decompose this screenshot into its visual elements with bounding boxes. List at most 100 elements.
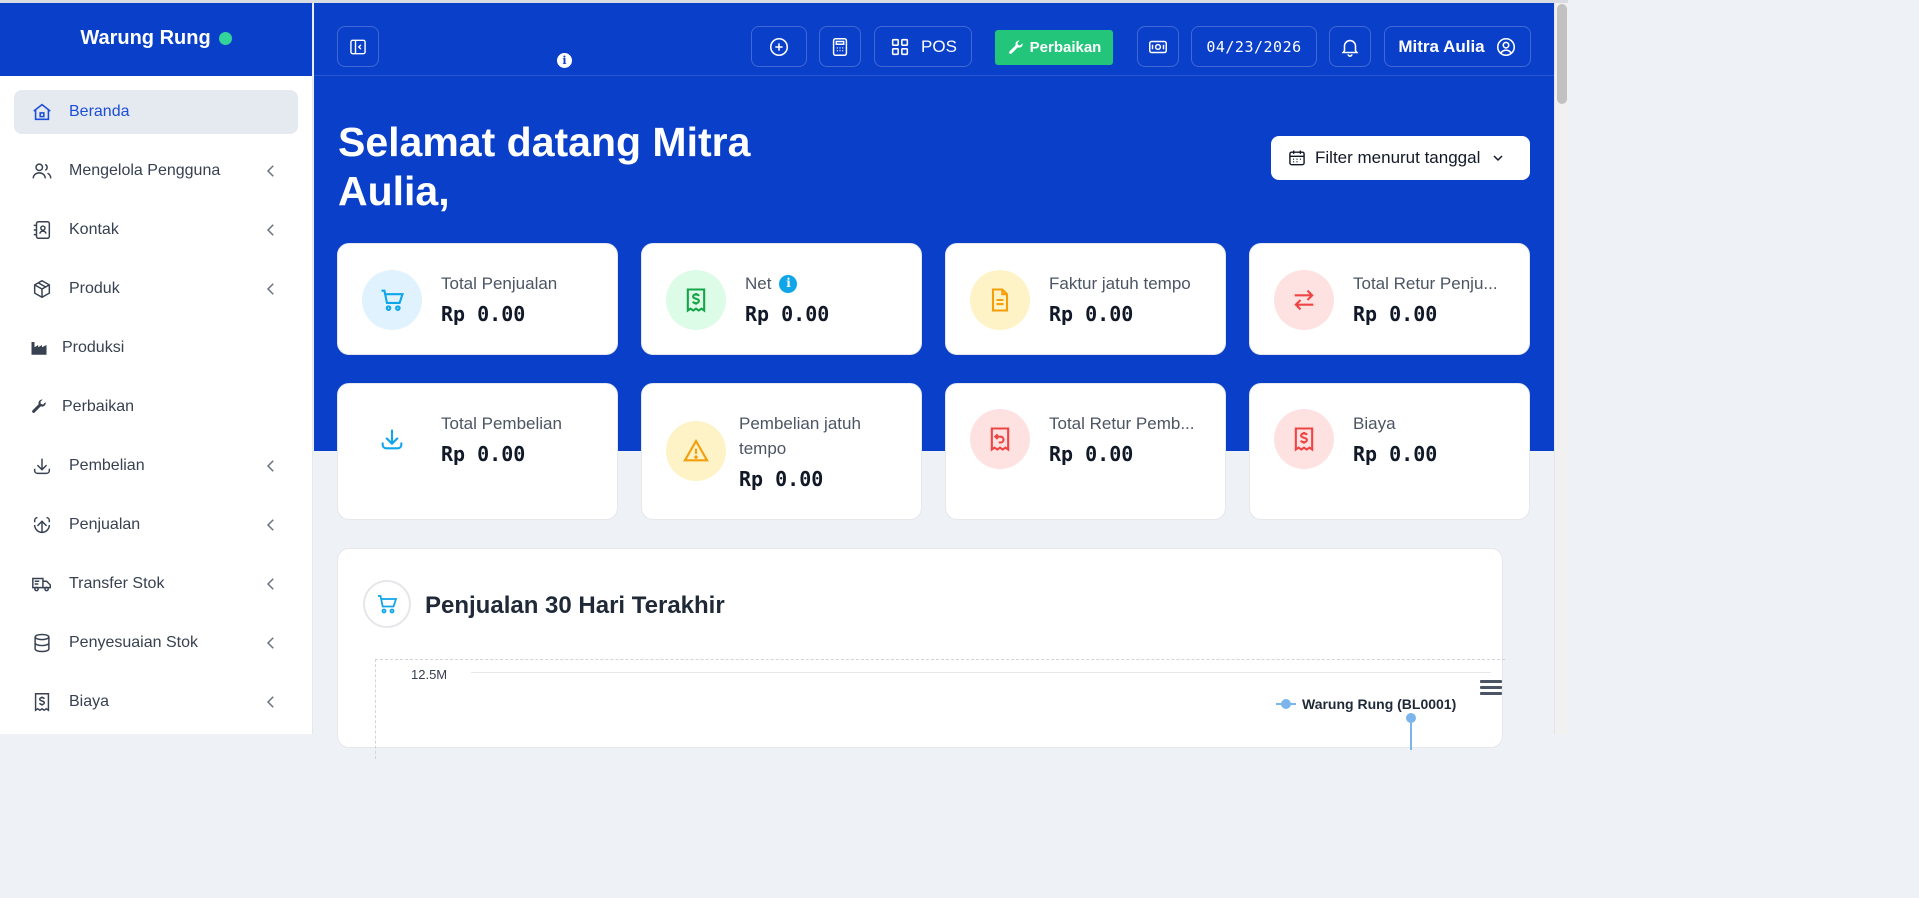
database-icon <box>30 631 54 655</box>
sidebar-item-penjualan[interactable]: Penjualan <box>14 503 298 547</box>
stat-label: Total Pembelian <box>441 414 562 433</box>
sidebar-item-label: Transfer Stok <box>69 575 165 592</box>
document-icon <box>970 270 1030 330</box>
receipt-return-icon <box>970 409 1030 469</box>
sidebar-item-biaya[interactable]: Biaya <box>14 680 298 724</box>
repair-label: Perbaikan <box>1029 39 1102 56</box>
sidebar-item-label: Produksi <box>62 339 125 356</box>
sidebar-item-label: Perbaikan <box>62 398 135 415</box>
bell-icon <box>1341 39 1359 57</box>
date-display[interactable]: 04/23/2026 <box>1191 26 1317 67</box>
truck-icon <box>30 572 54 596</box>
upload-icon <box>30 513 54 537</box>
plus-circle-icon <box>769 37 789 56</box>
chevron-left-icon <box>266 519 274 531</box>
stat-card-faktur-jatuh-tempo[interactable]: Faktur jatuh tempo Rp 0.00 <box>945 243 1226 355</box>
sidebar-item-label: Produk <box>69 280 120 297</box>
stat-card-total-retur-pembelian[interactable]: Total Retur Pemb... Rp 0.00 <box>945 383 1226 520</box>
chevron-left-icon <box>266 224 274 236</box>
sidebar-item-label: Biaya <box>69 693 110 710</box>
brand-name: Warung Rung <box>80 26 211 49</box>
add-button[interactable] <box>751 26 807 67</box>
user-name: Mitra Aulia <box>1398 36 1485 56</box>
sales-chart-panel: Penjualan 30 Hari Terakhir 12.5M Warung … <box>337 548 1505 759</box>
sidebar-item-produk[interactable]: Produk <box>14 267 298 311</box>
sidebar-item-label: Penyesuaian Stok <box>69 634 198 651</box>
notifications-button[interactable] <box>1329 26 1371 67</box>
money-icon <box>1149 40 1167 53</box>
sidebar-item-produksi[interactable]: Produksi <box>14 326 298 370</box>
sidebar-item-label: Mengelola Pengguna <box>69 162 221 179</box>
stat-card-total-pembelian[interactable]: Total Pembelian Rp 0.00 <box>337 383 618 520</box>
stat-card-pembelian-jatuh-tempo[interactable]: Pembelian jatuh tempo Rp 0.00 <box>641 383 922 520</box>
calculator-icon <box>832 37 848 56</box>
chevron-left-icon <box>266 460 274 472</box>
info-icon[interactable]: i <box>779 274 798 293</box>
legend-series-label: Warung Rung (BL0001) <box>1302 696 1457 712</box>
date-filter-label: Filter menurut tanggal <box>1315 148 1481 167</box>
receipt-dollar-icon <box>1274 409 1334 469</box>
sidebar-item-beranda[interactable]: Beranda <box>14 90 298 134</box>
download-icon <box>362 409 422 469</box>
topbar: i POS Perbaikan 04/23/2026 Mitra Aulia <box>314 0 1554 76</box>
calendar-icon <box>1289 150 1305 166</box>
info-icon[interactable]: i <box>557 53 572 68</box>
stat-card-total-retur-penjualan[interactable]: Total Retur Penju... Rp 0.00 <box>1249 243 1530 355</box>
sidebar-item-kontak[interactable]: Kontak <box>14 208 298 252</box>
stat-value: Rp 0.00 <box>739 467 824 491</box>
exchange-icon <box>1274 270 1334 330</box>
receipt-dollar-icon <box>30 690 54 714</box>
wrench-icon <box>30 395 48 419</box>
chart-gridline <box>471 672 1491 673</box>
contact-book-icon <box>30 218 54 242</box>
box-icon <box>30 277 54 301</box>
welcome-heading: Selamat datang Mitra Aulia, <box>338 119 751 214</box>
stat-label-wrapper: Net i <box>745 271 798 296</box>
stat-label: Net <box>745 274 772 293</box>
main-content: i POS Perbaikan 04/23/2026 Mitra Aulia S <box>314 0 1554 759</box>
repair-button[interactable]: Perbaikan <box>995 30 1113 65</box>
stat-label: Biaya <box>1353 414 1396 433</box>
online-status-dot <box>218 31 232 45</box>
chevron-left-icon <box>266 165 274 177</box>
chevron-left-icon <box>266 696 274 708</box>
sidebar-item-mengelola-pengguna[interactable]: Mengelola Pengguna <box>14 149 298 193</box>
stat-label: Total Penjualan <box>441 274 558 293</box>
chevron-left-icon <box>266 283 274 295</box>
calculator-button[interactable] <box>819 26 861 67</box>
chart-legend[interactable]: Warung Rung (BL0001) <box>1276 696 1456 712</box>
sidebar-item-label: Kontak <box>69 221 119 238</box>
stat-card-biaya[interactable]: Biaya Rp 0.00 <box>1249 383 1530 520</box>
chevron-left-icon <box>266 578 274 590</box>
user-menu-button[interactable]: Mitra Aulia <box>1384 26 1531 67</box>
page-scrollbar[interactable] <box>1554 0 1568 734</box>
brand-header[interactable]: Warung Rung <box>0 0 312 76</box>
cart-icon <box>363 580 411 628</box>
sidebar-item-transfer-stok[interactable]: Transfer Stok <box>14 562 298 606</box>
cash-register-button[interactable] <box>1137 26 1179 67</box>
stat-value: Rp 0.00 <box>1353 302 1438 326</box>
y-axis-tick: 12.5M <box>411 667 448 682</box>
sidebar: Warung Rung Beranda Mengelola Pengguna K… <box>0 0 313 734</box>
chart-menu-icon[interactable] <box>1480 680 1502 696</box>
sidebar-item-penyesuaian-stok[interactable]: Penyesuaian Stok <box>14 621 298 665</box>
chevron-left-icon <box>266 637 274 649</box>
sidebar-item-pembelian[interactable]: Pembelian <box>14 444 298 488</box>
sidebar-item-label: Beranda <box>69 103 130 120</box>
legend-series-marker <box>1276 699 1296 709</box>
stat-value: Rp 0.00 <box>1049 442 1134 466</box>
stat-card-total-penjualan[interactable]: Total Penjualan Rp 0.00 <box>337 243 618 355</box>
pos-button[interactable]: POS <box>874 26 972 67</box>
chevron-down-icon <box>1493 155 1503 162</box>
scrollbar-thumb[interactable] <box>1557 4 1567 104</box>
stat-value: Rp 0.00 <box>441 442 526 466</box>
stat-value: Rp 0.00 <box>745 302 830 326</box>
sidebar-collapse-icon <box>350 39 366 54</box>
sidebar-item-perbaikan[interactable]: Perbaikan <box>14 385 298 429</box>
date-filter-button[interactable]: Filter menurut tanggal <box>1271 136 1530 180</box>
stat-card-net[interactable]: Net i Rp 0.00 <box>641 243 922 355</box>
warning-icon <box>666 421 726 481</box>
sidebar-toggle-button[interactable] <box>337 26 379 67</box>
stat-value: Rp 0.00 <box>1049 302 1134 326</box>
sales-chart-title: Penjualan 30 Hari Terakhir <box>425 592 725 619</box>
